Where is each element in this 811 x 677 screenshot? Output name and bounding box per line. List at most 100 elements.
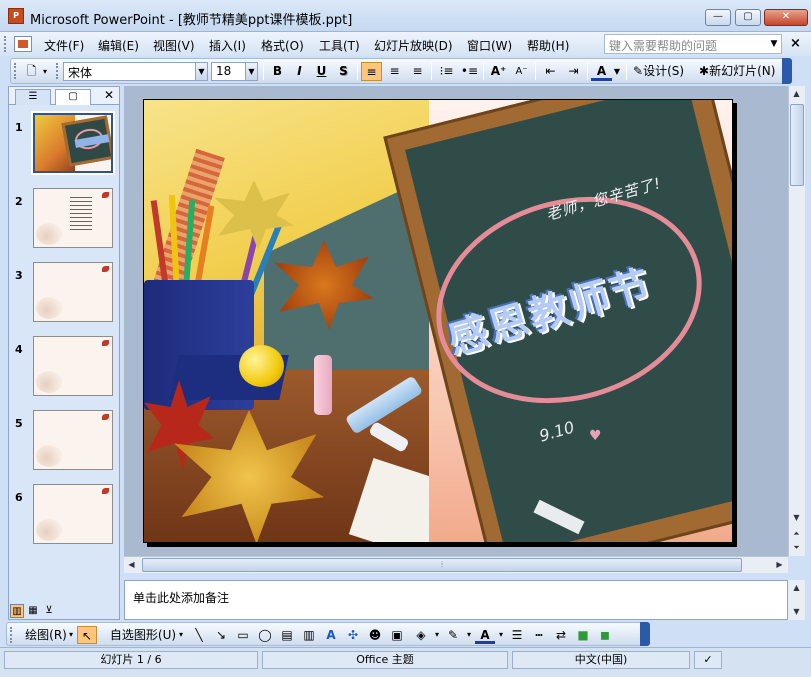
menu-grip[interactable] — [4, 36, 10, 52]
chevron-down-icon[interactable]: ▼ — [612, 62, 622, 81]
arrow-icon[interactable]: ↘ — [211, 626, 231, 644]
chevron-down-icon[interactable]: ▾ — [497, 626, 505, 644]
textbox-icon[interactable]: ▤ — [277, 626, 297, 644]
menu-help[interactable]: 帮助(H) — [525, 36, 571, 55]
toolbar-overflow-button[interactable] — [782, 58, 792, 84]
numbered-list-icon[interactable]: ⁝≡ — [436, 62, 457, 81]
slide-thumbnail-4[interactable] — [33, 336, 113, 396]
fill-color-icon[interactable]: ◈ — [411, 626, 431, 644]
shadow-style-icon[interactable]: ■ — [573, 626, 593, 644]
previous-slide-icon[interactable]: ⏶ — [789, 526, 804, 541]
next-slide-icon[interactable]: ⏷ — [789, 540, 804, 555]
select-pointer-icon[interactable]: ↖ — [77, 626, 97, 644]
menu-edit[interactable]: 编辑(E) — [96, 36, 141, 55]
slide-thumbnail-3[interactable] — [33, 262, 113, 322]
decrease-font-size-icon[interactable]: A⁻ — [511, 62, 532, 81]
normal-view-icon[interactable]: ▥ — [10, 604, 24, 618]
scroll-down-icon[interactable]: ▼ — [789, 510, 804, 525]
slide-editing-area[interactable]: 老师，您辛苦了! 感恩教师节 9.10 ♥ — [124, 86, 788, 556]
slide-thumbnail-6[interactable] — [33, 484, 113, 544]
vertical-textbox-icon[interactable]: ▥ — [299, 626, 319, 644]
clipart-icon[interactable]: ☻ — [365, 626, 385, 644]
notes-pane[interactable]: 单击此处添加备注 — [124, 580, 788, 620]
scroll-thumb[interactable] — [790, 104, 804, 186]
slideshow-view-icon[interactable]: ⊻ — [42, 604, 56, 618]
increase-font-size-icon[interactable]: A⁺ — [488, 62, 509, 81]
decrease-indent-icon[interactable]: ⇤ — [540, 62, 561, 81]
increase-indent-icon[interactable]: ⇥ — [563, 62, 584, 81]
scroll-right-icon[interactable]: ▶ — [772, 557, 787, 572]
toolbar-options-icon[interactable]: ▾ — [40, 62, 50, 81]
new-slide-button[interactable]: ✱新幻灯片(N) — [699, 62, 775, 81]
toolbar-grip[interactable] — [10, 627, 14, 643]
rectangle-icon[interactable]: ▭ — [233, 626, 253, 644]
toolbar-grip[interactable] — [14, 63, 18, 79]
3d-style-icon[interactable]: ◼ — [595, 626, 615, 644]
align-left-icon[interactable]: ≡ — [361, 62, 382, 81]
underline-button[interactable]: U — [311, 62, 332, 81]
notes-scrollbar[interactable]: ▲ ▼ — [788, 580, 805, 620]
toolbar-overflow-button[interactable] — [640, 622, 650, 646]
picture-icon[interactable]: ▣ — [387, 626, 407, 644]
document-close-button[interactable]: × — [790, 36, 801, 51]
menu-tools[interactable]: 工具(T) — [317, 36, 362, 55]
line-style-icon[interactable]: ☰ — [507, 626, 527, 644]
close-button[interactable]: ✕ — [764, 9, 808, 26]
font-color-icon[interactable]: A — [475, 626, 495, 644]
tab-outline[interactable]: ☰ — [15, 89, 51, 105]
dash-style-icon[interactable]: ┅ — [529, 626, 549, 644]
menu-window[interactable]: 窗口(W) — [465, 36, 514, 55]
minimize-button[interactable]: — — [705, 9, 731, 26]
new-document-icon[interactable]: 🗋 — [21, 62, 42, 81]
scroll-up-icon[interactable]: ▲ — [789, 580, 804, 595]
chevron-down-icon[interactable]: ▾ — [433, 626, 441, 644]
oval-icon[interactable]: ◯ — [255, 626, 275, 644]
powerpoint-app-icon[interactable]: P — [8, 8, 24, 24]
chevron-down-icon[interactable]: ▼ — [768, 36, 780, 52]
document-icon[interactable] — [14, 36, 32, 52]
horizontal-scrollbar[interactable]: ◀ ⦙ ▶ — [124, 556, 788, 573]
draw-menu-button[interactable]: 绘图(R) — [19, 626, 73, 644]
menu-insert[interactable]: 插入(I) — [207, 36, 248, 55]
chevron-down-icon[interactable]: ▾ — [465, 626, 473, 644]
scroll-up-icon[interactable]: ▲ — [789, 86, 804, 101]
align-center-icon[interactable]: ≡ — [384, 62, 405, 81]
arrow-style-icon[interactable]: ⇄ — [551, 626, 571, 644]
bold-button[interactable]: B — [267, 62, 288, 81]
scroll-thumb[interactable]: ⦙ — [142, 558, 742, 572]
menu-format[interactable]: 格式(O) — [259, 36, 306, 55]
bulleted-list-icon[interactable]: •≡ — [459, 62, 480, 81]
slide-thumbnail-1[interactable] — [31, 111, 115, 175]
chevron-down-icon[interactable]: ▼ — [245, 62, 258, 81]
autoshapes-button[interactable]: 自选图形(U) — [103, 626, 183, 644]
help-search-input[interactable]: 键入需要帮助的问题 — [604, 34, 782, 54]
chevron-down-icon[interactable]: ▾ — [67, 626, 75, 644]
slide-canvas[interactable]: 老师，您辛苦了! 感恩教师节 9.10 ♥ — [143, 99, 733, 543]
pane-close-button[interactable]: ✕ — [104, 88, 114, 102]
wordart-icon[interactable]: A — [321, 626, 341, 644]
menu-file[interactable]: 文件(F) — [42, 36, 86, 55]
italic-button[interactable]: I — [289, 62, 310, 81]
toolbar-grip[interactable] — [56, 63, 60, 79]
scroll-left-icon[interactable]: ◀ — [124, 557, 139, 572]
slide-thumbnail-5[interactable] — [33, 410, 113, 470]
shadow-button[interactable]: S — [333, 62, 354, 81]
chevron-down-icon[interactable]: ▾ — [177, 626, 185, 644]
slide-sorter-view-icon[interactable]: ▦ — [26, 604, 40, 618]
design-button[interactable]: ✎设计(S) — [633, 62, 684, 81]
maximize-button[interactable]: ▢ — [735, 9, 761, 26]
vertical-scrollbar[interactable]: ▲ ▼ ⏶ ⏷ — [788, 86, 805, 556]
menu-view[interactable]: 视图(V) — [151, 36, 197, 55]
line-color-icon[interactable]: ✎ — [443, 626, 463, 644]
diagram-icon[interactable]: ✣ — [343, 626, 363, 644]
font-name-select[interactable]: 宋体 — [63, 62, 203, 81]
line-icon[interactable]: ╲ — [189, 626, 209, 644]
spelling-check-icon[interactable]: ✓ — [694, 651, 722, 669]
menu-slideshow[interactable]: 幻灯片放映(D) — [372, 36, 455, 55]
slide-thumbnail-2[interactable] — [33, 188, 113, 248]
chevron-down-icon[interactable]: ▼ — [195, 62, 208, 81]
font-color-icon[interactable]: A — [591, 62, 612, 81]
scroll-down-icon[interactable]: ▼ — [789, 604, 804, 619]
tab-slides[interactable]: ▢ — [55, 89, 91, 105]
align-right-icon[interactable]: ≡ — [407, 62, 428, 81]
